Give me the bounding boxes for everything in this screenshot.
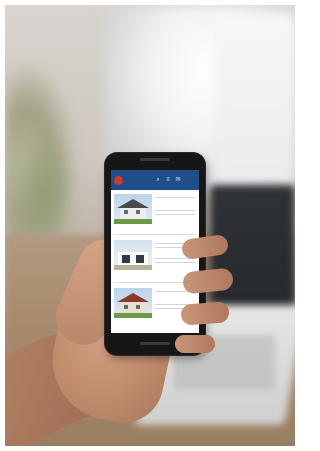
listing-detail xyxy=(155,262,195,263)
listing-title xyxy=(155,197,195,198)
phone-grille xyxy=(140,342,170,345)
listing-item[interactable] xyxy=(111,190,199,235)
house-thumbnail xyxy=(114,240,152,270)
finger xyxy=(180,301,230,326)
app-header: ⌕ ≡ ✉ xyxy=(111,170,199,190)
photo: ⌕ ≡ ✉ xyxy=(5,5,295,446)
menu-icon[interactable]: ≡ xyxy=(165,177,171,183)
app-logo xyxy=(114,175,123,185)
blurred-window-light xyxy=(215,15,295,185)
house-thumbnail xyxy=(114,194,152,224)
divider xyxy=(114,234,196,235)
listing-detail xyxy=(155,210,195,211)
finger xyxy=(175,335,215,353)
phone-speaker xyxy=(140,158,170,161)
mail-icon[interactable]: ✉ xyxy=(175,177,181,183)
search-icon[interactable]: ⌕ xyxy=(155,177,161,183)
house-thumbnail xyxy=(114,288,152,318)
listing-detail xyxy=(155,214,195,215)
